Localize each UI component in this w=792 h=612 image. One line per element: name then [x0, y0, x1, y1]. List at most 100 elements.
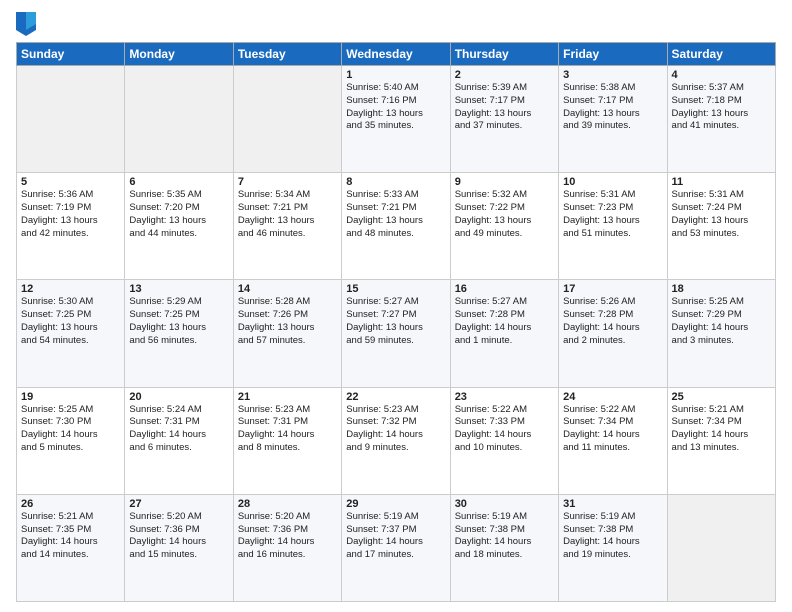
day-info: Sunrise: 5:21 AM Sunset: 7:34 PM Dayligh…	[672, 404, 771, 455]
day-info: Sunrise: 5:38 AM Sunset: 7:17 PM Dayligh…	[563, 82, 662, 133]
calendar-cell: 12Sunrise: 5:30 AM Sunset: 7:25 PM Dayli…	[17, 280, 125, 387]
day-info: Sunrise: 5:19 AM Sunset: 7:38 PM Dayligh…	[455, 511, 554, 562]
col-header-wednesday: Wednesday	[342, 43, 450, 66]
day-info: Sunrise: 5:25 AM Sunset: 7:29 PM Dayligh…	[672, 296, 771, 347]
calendar-cell: 1Sunrise: 5:40 AM Sunset: 7:16 PM Daylig…	[342, 66, 450, 173]
day-number: 10	[563, 176, 662, 188]
day-number: 17	[563, 283, 662, 295]
day-info: Sunrise: 5:31 AM Sunset: 7:24 PM Dayligh…	[672, 189, 771, 240]
calendar-table: SundayMondayTuesdayWednesdayThursdayFrid…	[16, 42, 776, 602]
calendar-week-1: 5Sunrise: 5:36 AM Sunset: 7:19 PM Daylig…	[17, 173, 776, 280]
calendar-cell: 2Sunrise: 5:39 AM Sunset: 7:17 PM Daylig…	[450, 66, 558, 173]
calendar-week-3: 19Sunrise: 5:25 AM Sunset: 7:30 PM Dayli…	[17, 387, 776, 494]
header	[16, 12, 776, 36]
day-number: 31	[563, 498, 662, 510]
calendar-cell: 18Sunrise: 5:25 AM Sunset: 7:29 PM Dayli…	[667, 280, 775, 387]
day-number: 25	[672, 391, 771, 403]
day-info: Sunrise: 5:25 AM Sunset: 7:30 PM Dayligh…	[21, 404, 120, 455]
day-info: Sunrise: 5:28 AM Sunset: 7:26 PM Dayligh…	[238, 296, 337, 347]
calendar-cell	[233, 66, 341, 173]
col-header-monday: Monday	[125, 43, 233, 66]
calendar-week-4: 26Sunrise: 5:21 AM Sunset: 7:35 PM Dayli…	[17, 494, 776, 601]
calendar-cell: 14Sunrise: 5:28 AM Sunset: 7:26 PM Dayli…	[233, 280, 341, 387]
day-number: 6	[129, 176, 228, 188]
day-info: Sunrise: 5:31 AM Sunset: 7:23 PM Dayligh…	[563, 189, 662, 240]
day-number: 27	[129, 498, 228, 510]
day-number: 28	[238, 498, 337, 510]
day-number: 18	[672, 283, 771, 295]
calendar-cell: 23Sunrise: 5:22 AM Sunset: 7:33 PM Dayli…	[450, 387, 558, 494]
calendar-cell: 3Sunrise: 5:38 AM Sunset: 7:17 PM Daylig…	[559, 66, 667, 173]
day-info: Sunrise: 5:21 AM Sunset: 7:35 PM Dayligh…	[21, 511, 120, 562]
day-info: Sunrise: 5:27 AM Sunset: 7:27 PM Dayligh…	[346, 296, 445, 347]
col-header-thursday: Thursday	[450, 43, 558, 66]
calendar-cell: 30Sunrise: 5:19 AM Sunset: 7:38 PM Dayli…	[450, 494, 558, 601]
day-info: Sunrise: 5:36 AM Sunset: 7:19 PM Dayligh…	[21, 189, 120, 240]
calendar-cell: 27Sunrise: 5:20 AM Sunset: 7:36 PM Dayli…	[125, 494, 233, 601]
calendar-cell: 6Sunrise: 5:35 AM Sunset: 7:20 PM Daylig…	[125, 173, 233, 280]
calendar-cell: 21Sunrise: 5:23 AM Sunset: 7:31 PM Dayli…	[233, 387, 341, 494]
calendar-cell: 7Sunrise: 5:34 AM Sunset: 7:21 PM Daylig…	[233, 173, 341, 280]
col-header-sunday: Sunday	[17, 43, 125, 66]
day-info: Sunrise: 5:27 AM Sunset: 7:28 PM Dayligh…	[455, 296, 554, 347]
day-number: 23	[455, 391, 554, 403]
day-info: Sunrise: 5:23 AM Sunset: 7:31 PM Dayligh…	[238, 404, 337, 455]
day-number: 11	[672, 176, 771, 188]
calendar-cell: 16Sunrise: 5:27 AM Sunset: 7:28 PM Dayli…	[450, 280, 558, 387]
logo-icon	[16, 12, 36, 36]
calendar-cell: 10Sunrise: 5:31 AM Sunset: 7:23 PM Dayli…	[559, 173, 667, 280]
day-info: Sunrise: 5:26 AM Sunset: 7:28 PM Dayligh…	[563, 296, 662, 347]
day-info: Sunrise: 5:34 AM Sunset: 7:21 PM Dayligh…	[238, 189, 337, 240]
calendar-cell	[17, 66, 125, 173]
calendar-cell: 11Sunrise: 5:31 AM Sunset: 7:24 PM Dayli…	[667, 173, 775, 280]
day-number: 9	[455, 176, 554, 188]
day-number: 1	[346, 69, 445, 81]
calendar-cell: 25Sunrise: 5:21 AM Sunset: 7:34 PM Dayli…	[667, 387, 775, 494]
day-info: Sunrise: 5:20 AM Sunset: 7:36 PM Dayligh…	[238, 511, 337, 562]
day-number: 4	[672, 69, 771, 81]
day-info: Sunrise: 5:39 AM Sunset: 7:17 PM Dayligh…	[455, 82, 554, 133]
day-info: Sunrise: 5:40 AM Sunset: 7:16 PM Dayligh…	[346, 82, 445, 133]
calendar-cell: 5Sunrise: 5:36 AM Sunset: 7:19 PM Daylig…	[17, 173, 125, 280]
day-info: Sunrise: 5:29 AM Sunset: 7:25 PM Dayligh…	[129, 296, 228, 347]
day-info: Sunrise: 5:22 AM Sunset: 7:33 PM Dayligh…	[455, 404, 554, 455]
logo	[16, 12, 40, 36]
calendar-cell: 8Sunrise: 5:33 AM Sunset: 7:21 PM Daylig…	[342, 173, 450, 280]
day-info: Sunrise: 5:23 AM Sunset: 7:32 PM Dayligh…	[346, 404, 445, 455]
day-info: Sunrise: 5:19 AM Sunset: 7:37 PM Dayligh…	[346, 511, 445, 562]
calendar-week-2: 12Sunrise: 5:30 AM Sunset: 7:25 PM Dayli…	[17, 280, 776, 387]
calendar-header-row: SundayMondayTuesdayWednesdayThursdayFrid…	[17, 43, 776, 66]
day-number: 8	[346, 176, 445, 188]
day-info: Sunrise: 5:32 AM Sunset: 7:22 PM Dayligh…	[455, 189, 554, 240]
col-header-friday: Friday	[559, 43, 667, 66]
day-info: Sunrise: 5:37 AM Sunset: 7:18 PM Dayligh…	[672, 82, 771, 133]
day-number: 16	[455, 283, 554, 295]
day-number: 30	[455, 498, 554, 510]
day-number: 14	[238, 283, 337, 295]
day-number: 24	[563, 391, 662, 403]
calendar-cell: 15Sunrise: 5:27 AM Sunset: 7:27 PM Dayli…	[342, 280, 450, 387]
calendar-cell: 4Sunrise: 5:37 AM Sunset: 7:18 PM Daylig…	[667, 66, 775, 173]
day-info: Sunrise: 5:24 AM Sunset: 7:31 PM Dayligh…	[129, 404, 228, 455]
calendar-cell: 22Sunrise: 5:23 AM Sunset: 7:32 PM Dayli…	[342, 387, 450, 494]
calendar-cell: 20Sunrise: 5:24 AM Sunset: 7:31 PM Dayli…	[125, 387, 233, 494]
calendar-cell: 19Sunrise: 5:25 AM Sunset: 7:30 PM Dayli…	[17, 387, 125, 494]
calendar-cell: 17Sunrise: 5:26 AM Sunset: 7:28 PM Dayli…	[559, 280, 667, 387]
calendar-cell: 26Sunrise: 5:21 AM Sunset: 7:35 PM Dayli…	[17, 494, 125, 601]
day-number: 2	[455, 69, 554, 81]
day-number: 13	[129, 283, 228, 295]
col-header-saturday: Saturday	[667, 43, 775, 66]
day-number: 21	[238, 391, 337, 403]
day-number: 22	[346, 391, 445, 403]
day-number: 26	[21, 498, 120, 510]
calendar-cell: 29Sunrise: 5:19 AM Sunset: 7:37 PM Dayli…	[342, 494, 450, 601]
day-info: Sunrise: 5:30 AM Sunset: 7:25 PM Dayligh…	[21, 296, 120, 347]
day-number: 20	[129, 391, 228, 403]
calendar-cell	[667, 494, 775, 601]
calendar-cell: 28Sunrise: 5:20 AM Sunset: 7:36 PM Dayli…	[233, 494, 341, 601]
calendar-cell: 24Sunrise: 5:22 AM Sunset: 7:34 PM Dayli…	[559, 387, 667, 494]
day-number: 29	[346, 498, 445, 510]
calendar-cell	[125, 66, 233, 173]
col-header-tuesday: Tuesday	[233, 43, 341, 66]
day-info: Sunrise: 5:19 AM Sunset: 7:38 PM Dayligh…	[563, 511, 662, 562]
